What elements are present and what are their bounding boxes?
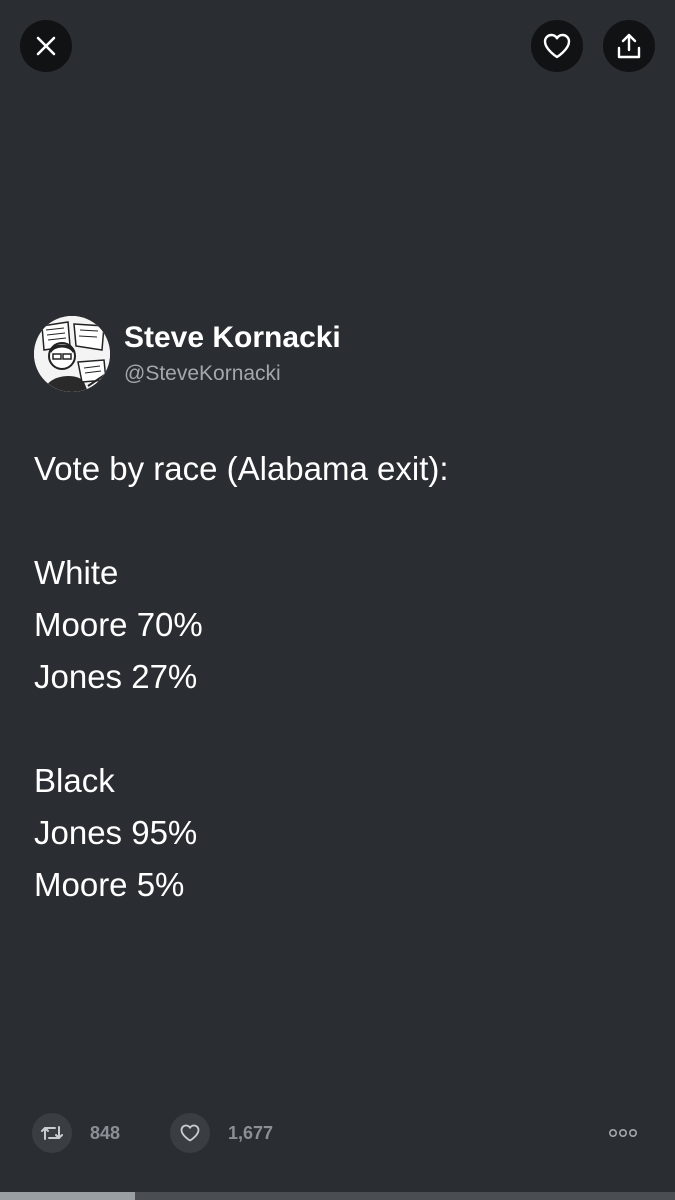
tweet-text: Vote by race (Alabama exit): White Moore 7… xyxy=(34,443,644,911)
like-button-top[interactable] xyxy=(531,20,583,72)
tweet-line: Moore 5% xyxy=(34,866,185,903)
avatar-cartoon xyxy=(34,316,110,392)
progress-bar-fill xyxy=(0,1192,135,1200)
tweet-line: Moore 70% xyxy=(34,606,203,643)
author-name[interactable]: Steve Kornacki xyxy=(124,320,341,356)
retweet-count: 848 xyxy=(90,1122,121,1143)
progress-bar xyxy=(0,1192,675,1200)
action-bar: 848 1,677 xyxy=(32,1113,643,1153)
like-count: 1,677 xyxy=(228,1122,274,1143)
close-icon xyxy=(36,36,56,56)
avatar[interactable] xyxy=(34,316,110,392)
like-button[interactable] xyxy=(170,1113,210,1153)
tweet-author[interactable]: Steve Kornacki @SteveKornacki xyxy=(34,316,341,392)
tweet-line: Black xyxy=(34,762,115,799)
tweet-line: Jones 27% xyxy=(34,658,198,695)
retweet-action[interactable]: 848 xyxy=(32,1113,120,1153)
tweet-line: Jones 95% xyxy=(34,814,198,851)
share-upload-icon xyxy=(617,33,641,59)
like-action[interactable]: 1,677 xyxy=(170,1113,273,1153)
tweet-line: Vote by race (Alabama exit): xyxy=(34,450,449,487)
close-button[interactable] xyxy=(20,20,72,72)
retweet-button[interactable] xyxy=(32,1113,72,1153)
retweet-icon xyxy=(41,1126,63,1140)
author-handle[interactable]: @SteveKornacki xyxy=(124,360,341,388)
share-button[interactable] xyxy=(603,20,655,72)
more-dots-icon xyxy=(608,1128,637,1138)
heart-outline-icon xyxy=(543,33,571,59)
more-options-button[interactable] xyxy=(603,1113,643,1153)
tweet-line: White xyxy=(34,554,119,591)
heart-outline-icon xyxy=(180,1124,200,1142)
